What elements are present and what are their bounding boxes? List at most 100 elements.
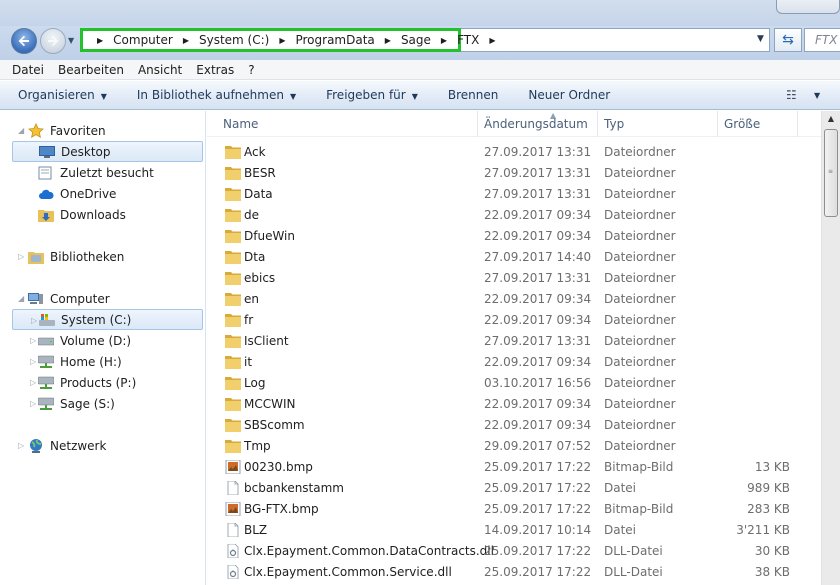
file-row[interactable]: Data 27.09.2017 13:31 Dateiordner	[207, 184, 821, 205]
new-folder-button[interactable]: Neuer Ordner	[528, 88, 610, 102]
expander-open-icon[interactable]: ◢	[18, 294, 28, 303]
file-name: BG-FTX.bmp	[244, 502, 319, 516]
expander-closed-icon[interactable]: ▷	[30, 378, 40, 387]
breadcrumb[interactable]: ▶ Computer ▶ System (C:) ▶ ProgramData ▶…	[80, 28, 495, 52]
file-row[interactable]: BLZ 14.09.2017 10:14 Datei 3'211 KB	[207, 520, 821, 541]
file-date: 03.10.2017 16:56	[484, 376, 592, 390]
crumb-ftx[interactable]: FTX	[457, 33, 479, 47]
expander-closed-icon[interactable]: ▷	[18, 252, 28, 261]
file-row[interactable]: bcbankenstamm 25.09.2017 17:22 Datei 989 KB	[207, 478, 821, 499]
menu-bearbeiten[interactable]: Bearbeiten	[58, 63, 124, 77]
column-divider[interactable]	[597, 111, 598, 137]
file-row[interactable]: Log 03.10.2017 16:56 Dateiordner	[207, 373, 821, 394]
file-row[interactable]: Clx.Epayment.Common.DataContracts.dll 25.…	[207, 541, 821, 562]
system-drive-icon	[39, 312, 55, 328]
expander-closed-icon[interactable]: ▷	[30, 357, 40, 366]
expander-open-icon[interactable]: ◢	[18, 126, 28, 135]
chevron-right-icon[interactable]: ▶	[385, 36, 391, 45]
view-dropdown[interactable]: ▼	[814, 91, 820, 100]
nav-volume-d[interactable]: ▷ Volume (D:)	[30, 330, 131, 351]
nav-onedrive[interactable]: OneDrive	[38, 183, 116, 204]
vertical-scrollbar[interactable]: ▲ ≡	[821, 111, 840, 585]
file-row[interactable]: BESR 27.09.2017 13:31 Dateiordner	[207, 163, 821, 184]
include-library-button[interactable]: In Bibliothek aufnehmen ▼	[137, 88, 296, 102]
expander-closed-icon[interactable]: ▷	[30, 336, 40, 345]
nav-recent[interactable]: Zuletzt besucht	[38, 162, 154, 183]
column-type[interactable]: Typ	[604, 117, 624, 131]
crumb-sage[interactable]: Sage	[401, 33, 431, 47]
nav-products-p[interactable]: ▷ Products (P:)	[30, 372, 136, 393]
nav-favorites[interactable]: ◢ Favoriten	[18, 120, 106, 141]
menu-extras[interactable]: Extras	[196, 63, 234, 77]
dll-file-icon	[225, 564, 241, 580]
refresh-button[interactable]: ⇆	[774, 28, 802, 52]
menu-help[interactable]: ?	[248, 63, 254, 77]
window-close-button[interactable]	[776, 0, 840, 14]
file-type: Dateiordner	[604, 271, 676, 285]
crumb-system-c[interactable]: System (C:)	[199, 33, 269, 47]
file-date: 27.09.2017 13:31	[484, 145, 592, 159]
file-row[interactable]: Clx.Epayment.Common.Service.dll 25.09.201…	[207, 562, 821, 583]
column-divider[interactable]	[717, 111, 718, 137]
file-row[interactable]: 00230.bmp 25.09.2017 17:22 Bitmap-Bild 13 K…	[207, 457, 821, 478]
bitmap-file-icon	[225, 501, 241, 517]
nav-computer[interactable]: ◢ Computer	[18, 288, 110, 309]
expander-closed-icon[interactable]: ▷	[18, 441, 28, 450]
file-type: Dateiordner	[604, 376, 676, 390]
file-name: en	[244, 292, 259, 306]
file-row[interactable]: BG-FTX.bmp 25.09.2017 17:22 Bitmap-Bild 283…	[207, 499, 821, 520]
menu-ansicht[interactable]: Ansicht	[138, 63, 182, 77]
file-row[interactable]: fr 22.09.2017 09:34 Dateiordner	[207, 310, 821, 331]
file-row[interactable]: Tmp 29.09.2017 07:52 Dateiordner	[207, 436, 821, 457]
expander-closed-icon[interactable]: ▷	[31, 316, 41, 325]
file-date: 22.09.2017 09:34	[484, 418, 592, 432]
nav-network[interactable]: ▷ Netzwerk	[18, 435, 106, 456]
column-date[interactable]: Änderungsdatum	[484, 117, 588, 131]
forward-button[interactable]	[40, 28, 66, 54]
file-row[interactable]: IsClient 27.09.2017 13:31 Dateiordner	[207, 331, 821, 352]
file-row[interactable]: MCCWIN 22.09.2017 09:34 Dateiordner	[207, 394, 821, 415]
file-row[interactable]: DfueWin 22.09.2017 09:34 Dateiordner	[207, 226, 821, 247]
nav-desktop[interactable]: Desktop	[12, 141, 203, 162]
nav-system-c[interactable]: ▷ System (C:)	[12, 309, 203, 330]
address-history-dropdown[interactable]: ▼	[757, 34, 764, 44]
nav-downloads[interactable]: Downloads	[38, 204, 126, 225]
column-divider[interactable]	[477, 111, 478, 137]
scroll-up-arrow[interactable]: ▲	[822, 111, 840, 128]
file-date: 25.09.2017 17:22	[484, 481, 592, 495]
chevron-right-icon[interactable]: ▶	[441, 36, 447, 45]
expander-closed-icon[interactable]: ▷	[30, 399, 40, 408]
file-type: Dateiordner	[604, 439, 676, 453]
view-options-icon[interactable]: ☷	[786, 88, 797, 102]
chevron-right-icon[interactable]: ▶	[279, 36, 285, 45]
file-row[interactable]: SBScomm 22.09.2017 09:34 Dateiordner	[207, 415, 821, 436]
nav-sage-s[interactable]: ▷ Sage (S:)	[30, 393, 115, 414]
file-type: Dateiordner	[604, 313, 676, 327]
organize-button[interactable]: Organisieren ▼	[18, 88, 107, 102]
chevron-right-icon[interactable]: ▶	[97, 36, 103, 45]
column-divider[interactable]	[797, 111, 798, 137]
file-date: 25.09.2017 17:22	[484, 460, 592, 474]
nav-home-h[interactable]: ▷ Home (H:)	[30, 351, 122, 372]
file-row[interactable]: Dta 27.09.2017 14:40 Dateiordner	[207, 247, 821, 268]
file-row[interactable]: it 22.09.2017 09:34 Dateiordner	[207, 352, 821, 373]
scroll-thumb[interactable]: ≡	[824, 129, 838, 217]
chevron-right-icon[interactable]: ▶	[489, 36, 495, 45]
file-date: 27.09.2017 13:31	[484, 271, 592, 285]
column-name[interactable]: Name	[223, 117, 258, 131]
burn-button[interactable]: Brennen	[448, 88, 498, 102]
menu-datei[interactable]: Datei	[12, 63, 44, 77]
nav-libraries[interactable]: ▷ Bibliotheken	[18, 246, 124, 267]
share-button[interactable]: Freigeben für ▼	[326, 88, 418, 102]
file-row[interactable]: de 22.09.2017 09:34 Dateiordner	[207, 205, 821, 226]
back-button[interactable]	[11, 28, 37, 54]
column-size[interactable]: Größe	[724, 117, 760, 131]
file-row[interactable]: ebics 27.09.2017 13:31 Dateiordner	[207, 268, 821, 289]
crumb-computer[interactable]: Computer	[113, 33, 173, 47]
crumb-programdata[interactable]: ProgramData	[295, 33, 374, 47]
file-row[interactable]: en 22.09.2017 09:34 Dateiordner	[207, 289, 821, 310]
recent-pages-dropdown[interactable]: ▼	[68, 36, 78, 46]
chevron-right-icon[interactable]: ▶	[183, 36, 189, 45]
file-row[interactable]: Ack 27.09.2017 13:31 Dateiordner	[207, 142, 821, 163]
search-input[interactable]: FTX d	[804, 28, 840, 52]
